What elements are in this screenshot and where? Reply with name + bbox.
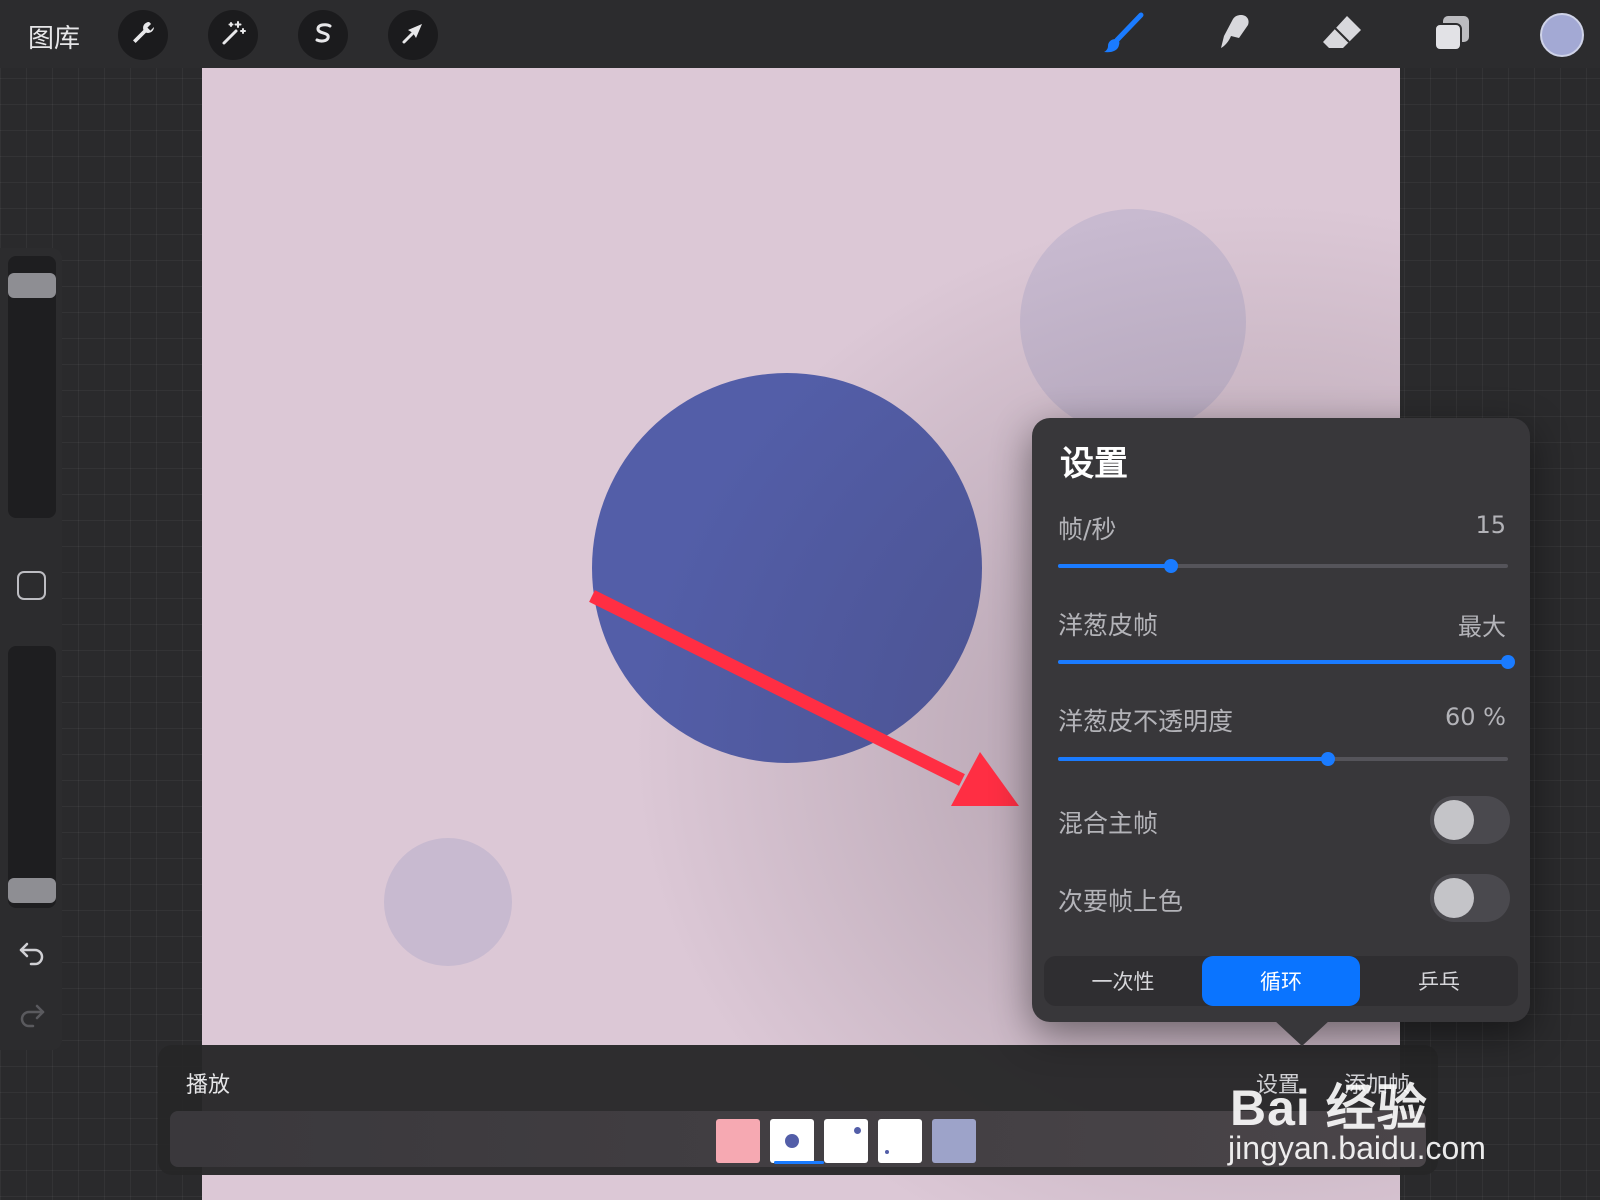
fps-slider[interactable] (1058, 559, 1508, 573)
fps-label: 帧/秒 (1058, 515, 1117, 544)
smudge-icon (1211, 10, 1257, 60)
onion-frames-value: 最大 (1458, 613, 1506, 641)
frame-thumbnail[interactable] (716, 1119, 760, 1163)
blend-primary-label: 混合主帧 (1058, 809, 1159, 838)
undo-icon[interactable] (16, 936, 48, 968)
play-button[interactable]: 播放 (186, 1067, 230, 1099)
fps-value: 15 (1475, 511, 1506, 539)
transform-button[interactable] (388, 10, 438, 60)
watermark-url: jingyan.baidu.com (1228, 1130, 1486, 1166)
adjustments-button[interactable] (208, 10, 258, 60)
onion-frames-label: 洋葱皮帧 (1058, 611, 1159, 640)
wrench-icon (129, 19, 157, 51)
frame-thumbnail[interactable] (932, 1119, 976, 1163)
onion-frames-slider[interactable] (1058, 655, 1515, 669)
frame-thumbnail[interactable] (824, 1119, 868, 1163)
color-secondary-label: 次要帧上色 (1058, 887, 1184, 916)
onion-opacity-label: 洋葱皮不透明度 (1058, 707, 1234, 736)
top-toolbar: 图库 (0, 0, 1600, 68)
redo-icon[interactable] (16, 998, 48, 1030)
color-secondary-toggle[interactable] (1430, 874, 1510, 922)
frame-dot (885, 1150, 889, 1154)
brush-size-thumb[interactable] (8, 272, 56, 298)
blend-primary-toggle[interactable] (1430, 796, 1510, 844)
mode-loop[interactable]: 循环 (1202, 956, 1360, 1006)
brush-icon (1101, 10, 1147, 60)
magic-wand-icon (219, 19, 247, 51)
fps-slider-knob[interactable] (1163, 559, 1178, 573)
eraser-button[interactable] (1318, 12, 1366, 58)
fps-slider-fill (1058, 564, 1171, 568)
onion-opacity-slider-fill (1058, 757, 1328, 761)
onion-frames-slider-knob[interactable] (1501, 655, 1515, 669)
onion-opacity-slider[interactable] (1058, 752, 1508, 766)
current-frame-indicator (774, 1161, 824, 1164)
brush-button[interactable] (1100, 12, 1148, 58)
gallery-button[interactable]: 图库 (28, 18, 80, 55)
mode-one-shot[interactable]: 一次性 (1044, 956, 1202, 1006)
layers-button[interactable] (1428, 12, 1476, 58)
frame-dot (785, 1134, 799, 1148)
frame-thumbnail[interactable] (878, 1119, 922, 1163)
left-sidebar (0, 248, 62, 1050)
baidu-watermark: Bai 经验 jingyan.baidu.com (1220, 1028, 1520, 1193)
layers-icon (1429, 10, 1475, 60)
modify-square-icon[interactable] (17, 571, 46, 600)
actions-button[interactable] (118, 10, 168, 60)
onion-frames-slider-fill (1058, 660, 1508, 664)
smudge-button[interactable] (1210, 12, 1258, 58)
onion-opacity-slider-knob[interactable] (1321, 752, 1335, 766)
color-picker-button[interactable] (1540, 13, 1584, 57)
onion-opacity-value: 60 % (1445, 703, 1506, 731)
opacity-thumb[interactable] (8, 878, 56, 904)
playback-mode-selector: 一次性 循环 乒乓 (1044, 956, 1518, 1006)
transform-arrow-icon (399, 19, 427, 51)
blend-primary-toggle-knob (1434, 800, 1474, 840)
popover-title: 设置 (1060, 444, 1128, 484)
eraser-icon (1319, 10, 1365, 60)
mode-ping-pong[interactable]: 乒乓 (1360, 956, 1518, 1006)
selection-button[interactable] (298, 10, 348, 60)
frame-thumbnail[interactable] (770, 1119, 814, 1163)
settings-popover: 设置 帧/秒 15 洋葱皮帧 最大 洋葱皮不透明度 60 % 混合主帧 次要帧上… (1032, 418, 1530, 1046)
frame-dot (854, 1127, 861, 1134)
opacity-slider[interactable] (8, 646, 56, 908)
selection-s-icon (309, 19, 337, 51)
color-secondary-toggle-knob (1434, 878, 1474, 918)
